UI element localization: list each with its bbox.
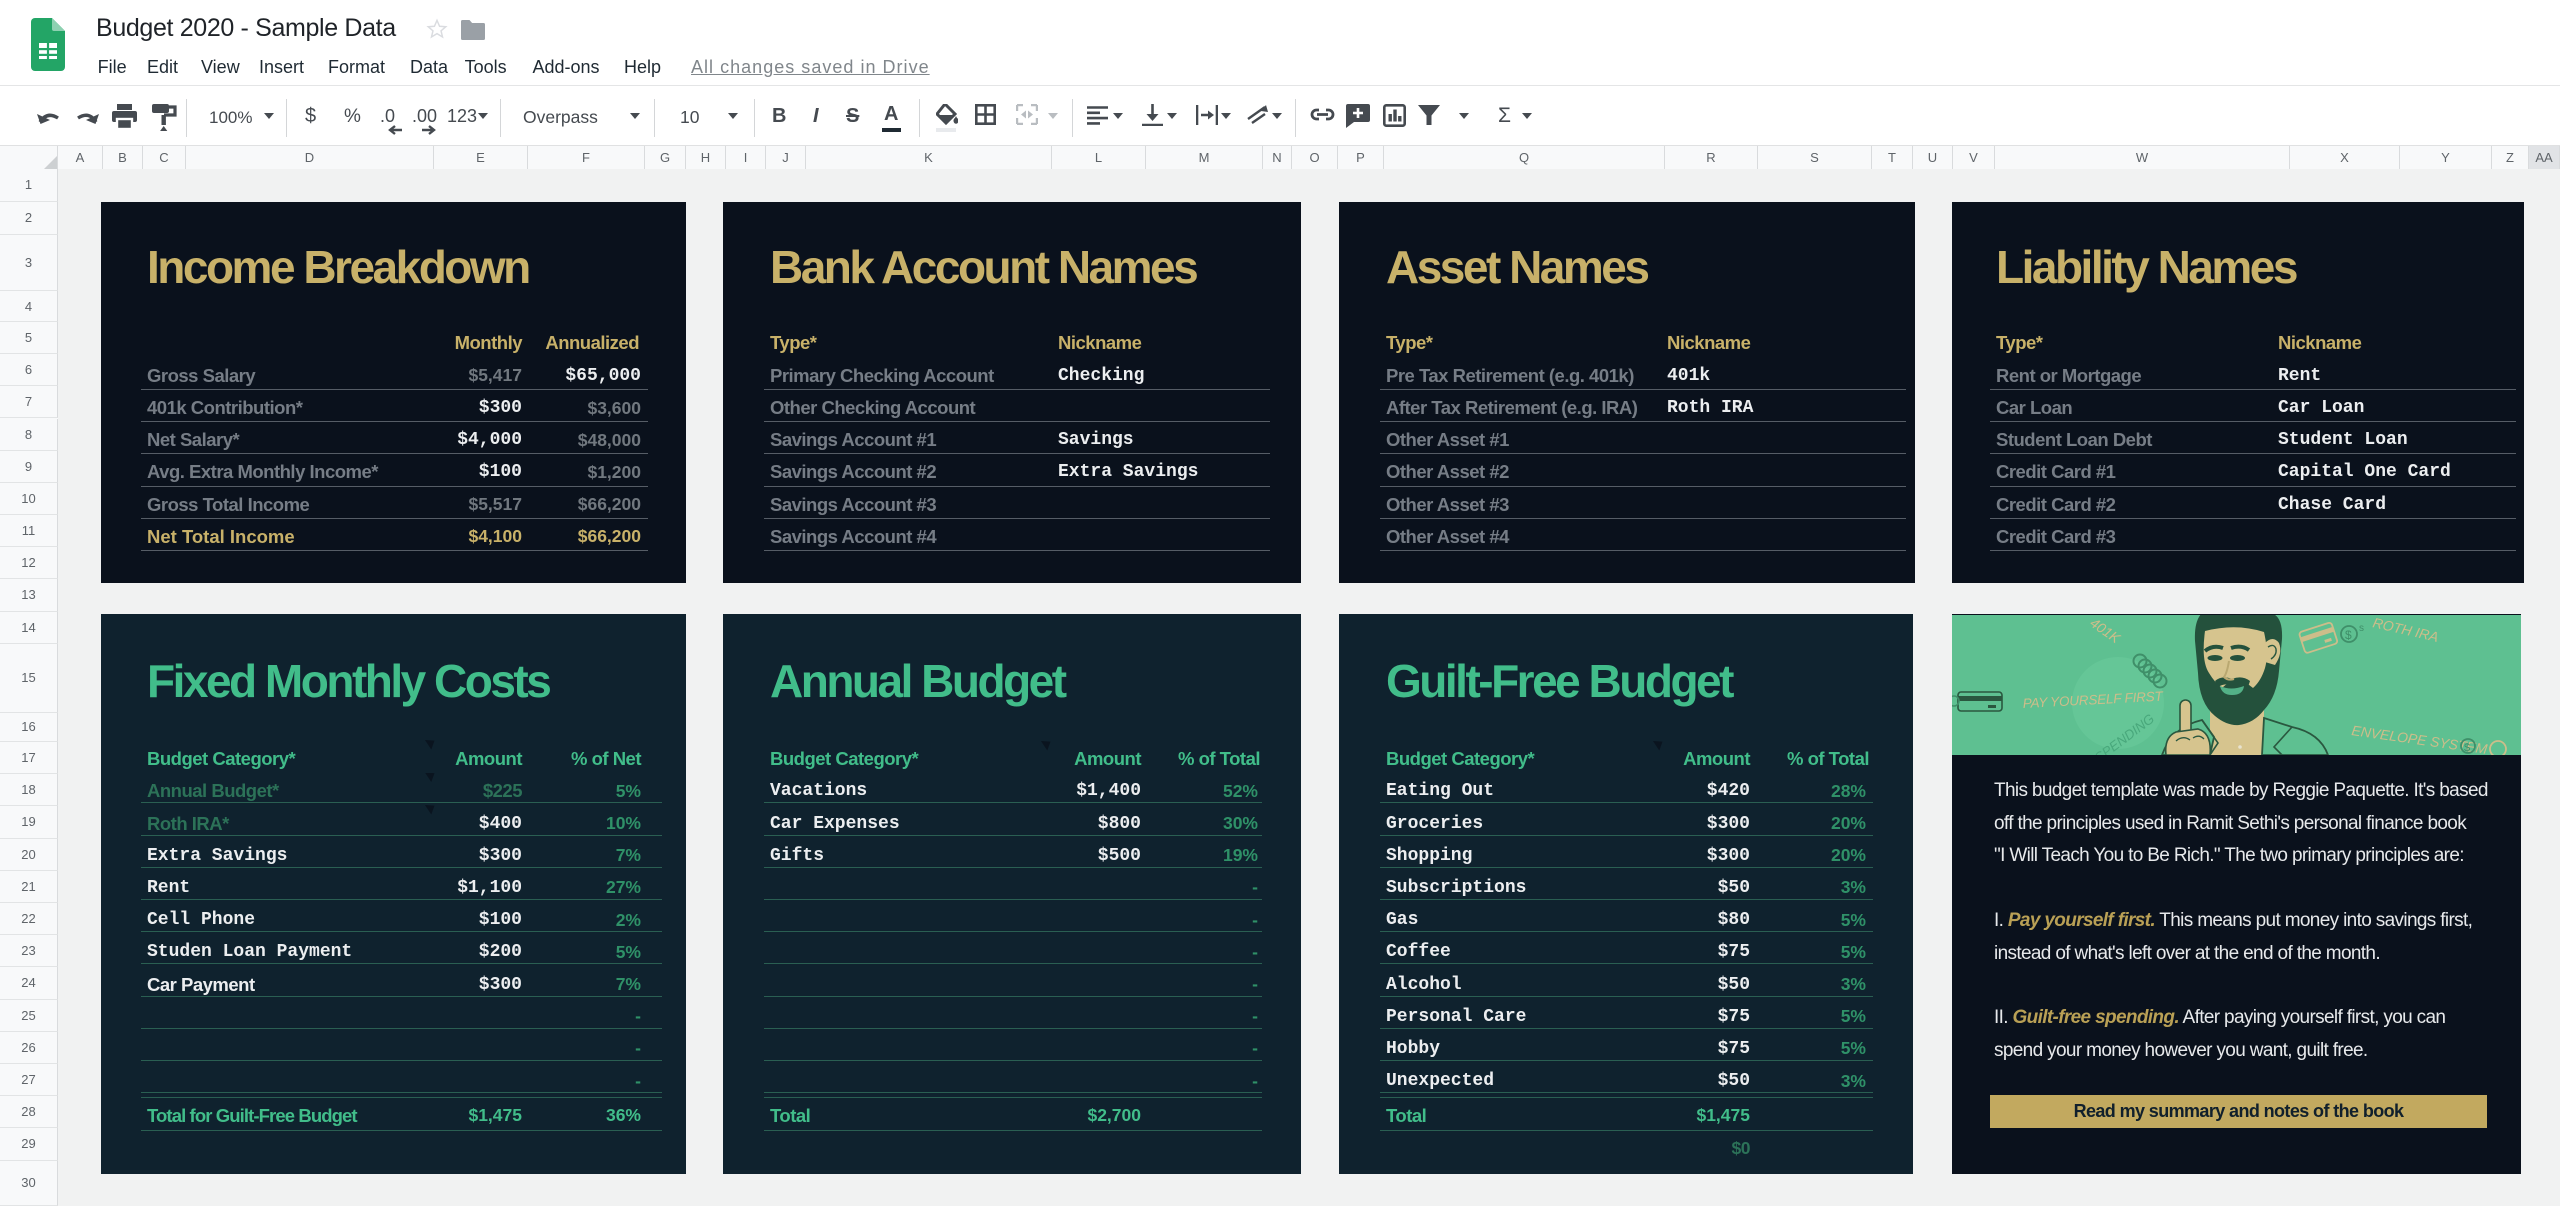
svg-text:$: $	[2345, 628, 2352, 642]
svg-text:s: s	[2359, 623, 2364, 634]
svg-text:$: $	[2464, 742, 2470, 754]
